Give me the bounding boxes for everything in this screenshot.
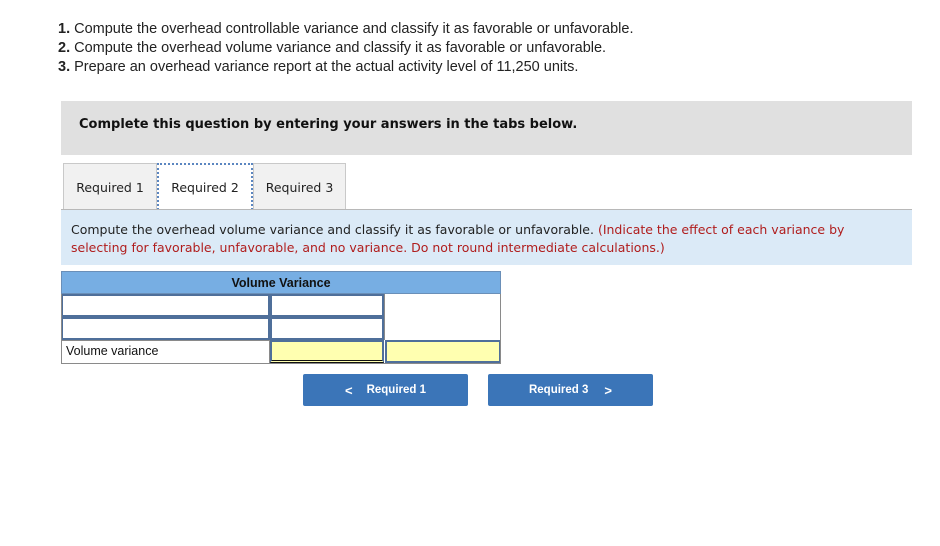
table-row <box>61 317 501 340</box>
question-3: 3. Prepare an overhead variance report a… <box>58 59 579 75</box>
question-list: 1. Compute the overhead controllable var… <box>58 20 634 77</box>
volume-variance-amount-input[interactable] <box>270 340 384 363</box>
row-2-label-dropdown[interactable] <box>61 317 270 340</box>
question-2: 2. Compute the overhead volume variance … <box>58 40 607 56</box>
row-1-label-dropdown[interactable] <box>61 294 270 317</box>
volume-variance-effect-dropdown[interactable] <box>385 340 501 363</box>
instruction-bar: Complete this question by entering your … <box>61 101 912 155</box>
row-2-amount-input[interactable] <box>270 317 384 340</box>
row-1-amount-input[interactable] <box>270 294 384 317</box>
prompt-text: Compute the overhead volume variance and… <box>71 222 598 237</box>
previous-required-1-button[interactable]: < Required 1 <box>303 374 468 406</box>
instruction-text: Complete this question by entering your … <box>79 117 578 132</box>
tab-required-2[interactable]: Required 2 <box>157 163 253 210</box>
tab-required-3[interactable]: Required 3 <box>253 163 346 210</box>
tab-bar: Required 1 Required 2 Required 3 <box>63 163 346 210</box>
chevron-right-icon: > <box>604 382 613 398</box>
prompt-box: Compute the overhead volume variance and… <box>61 210 912 265</box>
volume-variance-label: Volume variance <box>61 340 270 364</box>
table-row: Volume variance <box>61 340 501 364</box>
table-title: Volume Variance <box>61 271 501 294</box>
table-row <box>61 294 501 317</box>
volume-variance-table: Volume Variance Volume variance <box>61 271 501 364</box>
next-button-label: Required 3 <box>528 384 589 396</box>
tab-required-1[interactable]: Required 1 <box>63 163 157 210</box>
chevron-left-icon: < <box>344 382 353 398</box>
previous-button-label: Required 1 <box>366 384 427 396</box>
question-1: 1. Compute the overhead controllable var… <box>58 21 634 37</box>
next-required-3-button[interactable]: Required 3 > <box>488 374 653 406</box>
